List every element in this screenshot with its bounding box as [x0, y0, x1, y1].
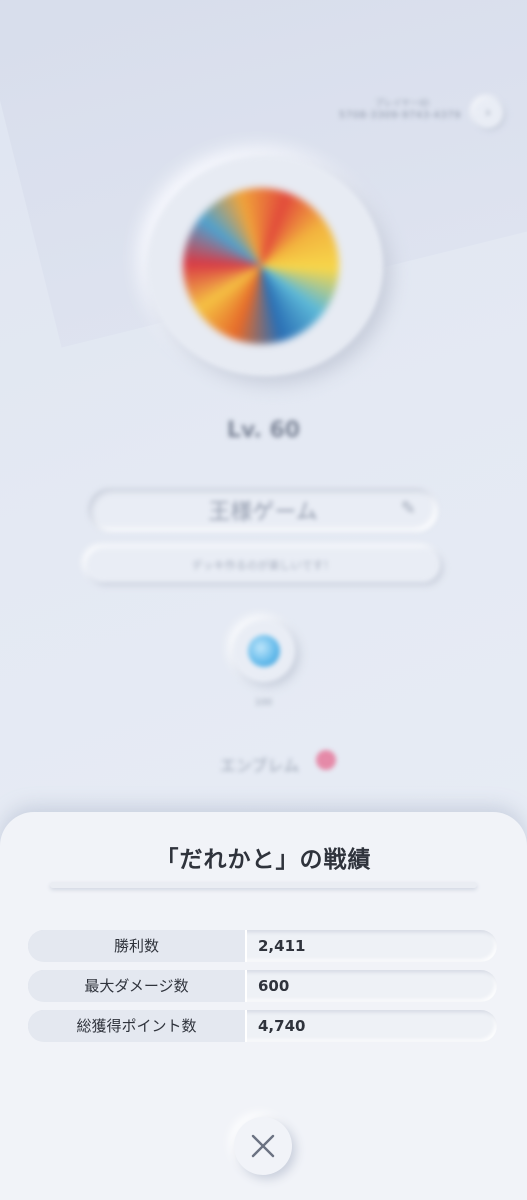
stat-label: 勝利数	[28, 930, 247, 962]
badge-icon	[248, 635, 280, 667]
player-name: 王様ゲーム	[208, 500, 318, 525]
player-bio-field: デッキ作るのが楽しいです！	[86, 548, 440, 582]
player-id-label: プレイヤーID	[374, 99, 429, 109]
stat-label: 総獲得ポイント数	[28, 1010, 247, 1042]
stat-label: 最大ダメージ数	[28, 970, 247, 1002]
player-level: Lv. 60	[226, 418, 301, 443]
divider	[50, 882, 477, 888]
pencil-icon: ✎	[400, 498, 416, 519]
stat-row-max-damage: 最大ダメージ数 600	[28, 970, 497, 1002]
player-name-field: 王様ゲーム ✎	[88, 488, 438, 532]
player-id-value: 5708-3309-9743-4379	[338, 110, 461, 121]
emblem-label: エンブレム	[220, 756, 300, 775]
stats-sheet: 「だれかと」の戦績 勝利数 2,411 最大ダメージ数 600 総獲得ポイント数…	[0, 812, 527, 1200]
stat-row-total-points: 総獲得ポイント数 4,740	[28, 1010, 497, 1042]
stat-value: 600	[258, 977, 290, 995]
stat-row-wins: 勝利数 2,411	[28, 930, 497, 962]
copy-icon: ›	[473, 98, 503, 128]
close-icon	[251, 1134, 275, 1158]
player-bio: デッキ作るのが楽しいです！	[191, 559, 335, 572]
notification-dot-icon	[316, 750, 336, 770]
avatar	[183, 188, 339, 344]
badge-label: 100	[254, 698, 273, 708]
stat-value: 2,411	[258, 937, 306, 955]
close-button[interactable]	[234, 1117, 292, 1175]
stat-value: 4,740	[258, 1017, 306, 1035]
sheet-title: 「だれかと」の戦績	[155, 847, 372, 873]
